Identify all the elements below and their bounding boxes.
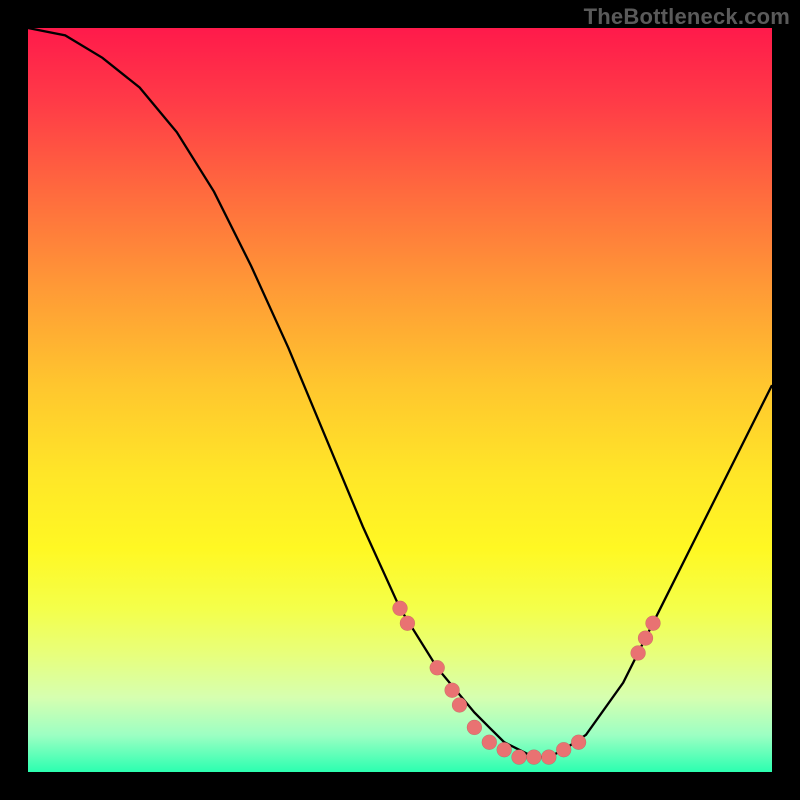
chart-frame: TheBottleneck.com bbox=[0, 0, 800, 800]
data-point bbox=[541, 750, 556, 765]
chart-svg bbox=[28, 28, 772, 772]
data-point bbox=[393, 601, 408, 616]
data-point bbox=[452, 698, 467, 713]
data-point bbox=[638, 631, 653, 646]
data-point bbox=[556, 742, 571, 757]
data-point bbox=[526, 750, 541, 765]
data-point bbox=[400, 616, 415, 631]
data-point bbox=[445, 683, 460, 698]
data-point bbox=[631, 646, 646, 661]
data-point bbox=[512, 750, 527, 765]
data-point bbox=[646, 616, 661, 631]
watermark-text: TheBottleneck.com bbox=[584, 4, 790, 30]
data-point bbox=[571, 735, 586, 750]
bottleneck-curve bbox=[28, 28, 772, 757]
chart-plot-area bbox=[28, 28, 772, 772]
data-point bbox=[467, 720, 482, 735]
data-points-group bbox=[393, 601, 661, 765]
data-point bbox=[430, 660, 445, 675]
data-point bbox=[482, 735, 497, 750]
data-point bbox=[497, 742, 512, 757]
